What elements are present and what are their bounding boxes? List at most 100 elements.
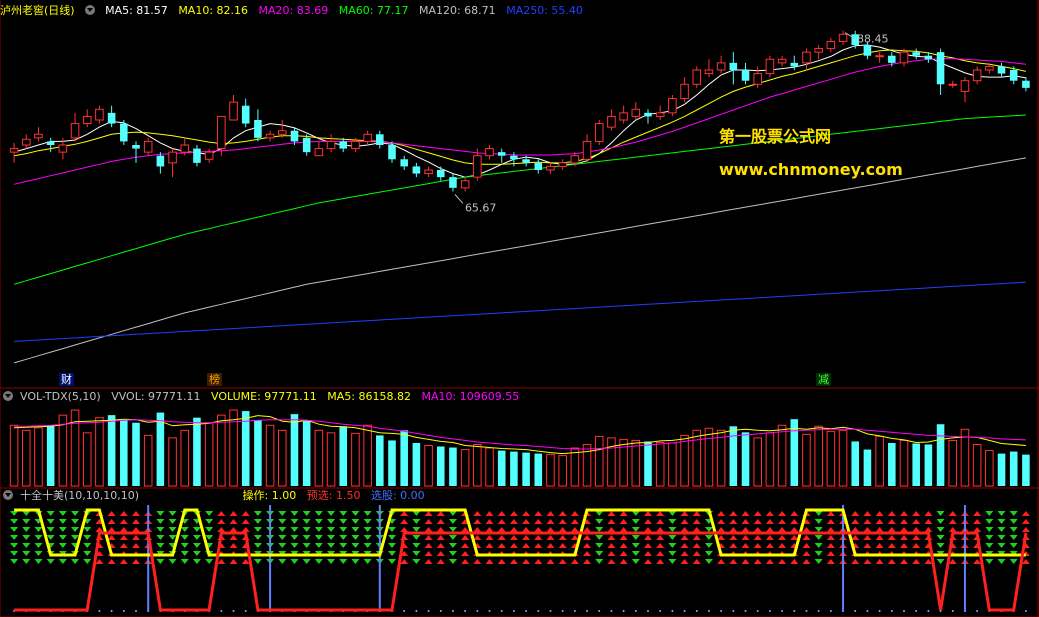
baseline-dot (1024, 610, 1027, 612)
candle-body-up (217, 115, 226, 150)
up-arrow-signal (400, 527, 409, 532)
candle-body-up (655, 112, 665, 117)
up-arrow-signal (778, 535, 787, 540)
baseline-dot (451, 610, 454, 612)
volume-bar-up (777, 424, 787, 487)
volume-bar-up (668, 442, 677, 487)
volume-bar-up (558, 455, 567, 487)
volume-bar-up (58, 414, 68, 487)
up-arrow-signal (424, 543, 433, 548)
up-arrow-signal (436, 511, 445, 516)
down-arrow-signal (302, 535, 311, 540)
up-arrow-signal (570, 511, 579, 516)
down-arrow-signal (631, 511, 640, 516)
collapse-icon[interactable] (3, 391, 13, 401)
down-arrow-signal (168, 527, 177, 532)
volume-bar-down (997, 453, 1006, 486)
volume-bar-down (924, 444, 933, 486)
down-arrow-signal (10, 519, 19, 524)
candle-body-down (449, 177, 457, 188)
candle-body-up (204, 151, 214, 160)
candle-body-down (388, 145, 396, 160)
up-arrow-signal (851, 559, 860, 564)
up-arrow-signal (473, 519, 482, 524)
event-badge-finance[interactable]: 财 (59, 373, 74, 386)
volume-bar-up (460, 449, 470, 487)
up-arrow-signal (509, 543, 518, 548)
baseline-dot (220, 610, 223, 612)
candle-body-down (863, 45, 872, 56)
candle-body-up (814, 48, 823, 53)
up-arrow-signal (522, 527, 531, 532)
down-arrow-signal (814, 559, 823, 564)
volume-bar-down (1022, 454, 1030, 486)
preselect-line (14, 531, 1028, 612)
ma-line-ma10 (14, 49, 1027, 165)
event-badge-reduce[interactable]: 减 (816, 373, 831, 386)
up-arrow-signal (875, 543, 884, 548)
candle-body-down (790, 62, 799, 67)
down-arrow-signal (34, 543, 43, 548)
down-arrow-signal (388, 527, 396, 532)
candle-body-down (522, 159, 530, 163)
high-price-label: 88.45 (857, 33, 889, 46)
up-arrow-signal (522, 559, 531, 564)
event-badge-list[interactable]: 榜 (207, 373, 222, 386)
ma250-label: MA250: 55.40 (506, 4, 583, 17)
down-arrow-signal (327, 559, 336, 564)
candle-body-up (278, 130, 287, 135)
up-arrow-signal (802, 551, 811, 556)
up-arrow-signal (583, 543, 592, 548)
up-arrow-signal (522, 543, 531, 548)
collapse-icon[interactable] (84, 5, 95, 15)
candle-body-up (143, 140, 153, 153)
up-arrow-signal (558, 559, 567, 564)
up-arrow-signal (717, 519, 726, 524)
down-arrow-signal (997, 511, 1006, 516)
volume-bar-up (168, 437, 177, 487)
down-arrow-signal (448, 559, 457, 564)
volume-bar-up (363, 424, 372, 487)
up-arrow-signal (753, 527, 762, 532)
collapse-icon[interactable] (3, 490, 13, 500)
down-arrow-signal (997, 519, 1006, 524)
up-arrow-signal (132, 559, 140, 564)
volume-bar-up (265, 424, 275, 487)
down-arrow-signal (595, 551, 604, 556)
down-arrow-signal (351, 535, 360, 540)
up-arrow-signal (765, 559, 774, 564)
down-arrow-signal (46, 511, 55, 516)
down-arrow-signal (985, 511, 994, 516)
up-arrow-signal (607, 519, 616, 524)
down-arrow-signal (253, 535, 262, 540)
down-arrow-signal (58, 511, 67, 516)
down-arrow-signal (278, 511, 287, 516)
up-arrow-signal (802, 543, 811, 548)
volume-bar-down (193, 417, 201, 486)
up-arrow-signal (217, 527, 226, 532)
up-arrow-signal (656, 551, 665, 556)
volume-bar-up (34, 427, 43, 487)
candle-body-up (22, 138, 31, 146)
up-arrow-signal (485, 535, 494, 540)
candle-body-up (473, 155, 482, 178)
up-arrow-signal (826, 527, 835, 532)
up-arrow-signal (741, 543, 750, 548)
up-arrow-signal (717, 559, 726, 564)
up-arrow-signal (119, 511, 128, 516)
volume-bar-down (790, 419, 799, 486)
down-arrow-signal (180, 551, 189, 556)
candle-body-up (424, 169, 433, 175)
down-arrow-signal (814, 551, 823, 556)
down-arrow-signal (290, 511, 299, 516)
candle-body-up (314, 148, 324, 157)
down-arrow-signal (156, 543, 165, 548)
up-arrow-signal (826, 519, 835, 524)
candle-body-up (485, 148, 494, 157)
up-arrow-signal (826, 535, 835, 540)
candle-body-down (534, 162, 543, 170)
volume-bar-up (972, 443, 982, 487)
volume-bar-down (436, 446, 445, 486)
down-arrow-signal (327, 511, 336, 516)
down-arrow-signal (985, 543, 994, 548)
